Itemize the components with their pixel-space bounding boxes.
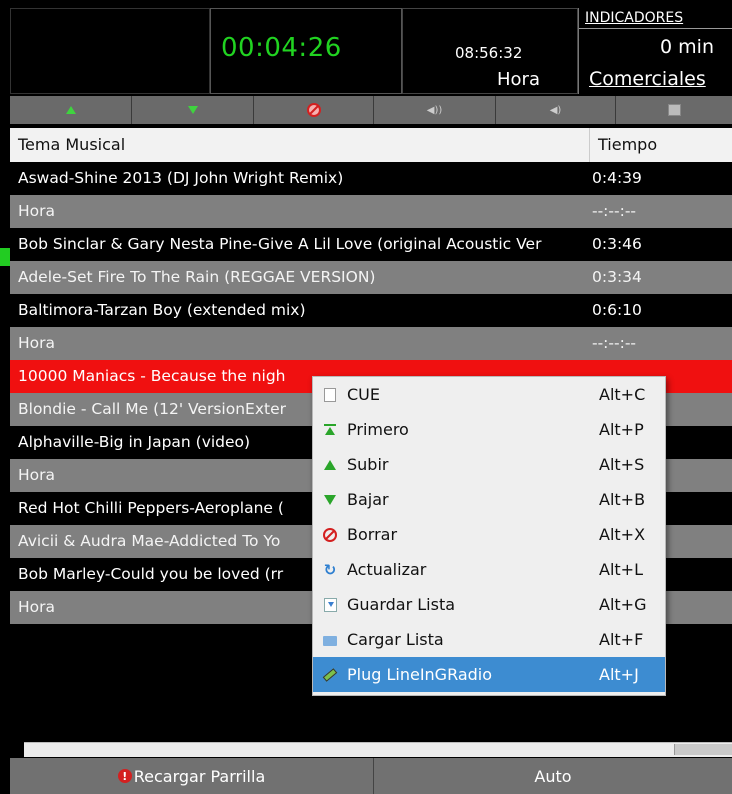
arrow-up-icon xyxy=(65,106,76,114)
volume-button[interactable]: ◀)) xyxy=(374,96,496,124)
row-time: 0:3:34 xyxy=(592,268,642,286)
table-row[interactable]: Baltimora-Tarzan Boy (extended mix) 0:6:1… xyxy=(10,294,732,327)
row-time: --:--:-- xyxy=(592,202,637,220)
delete-icon xyxy=(306,103,321,117)
row-title: Hora xyxy=(18,202,56,220)
status-panel: 00:04:26 08:56:32 Hora INDICADORES 0 min… xyxy=(0,0,732,96)
menu-item-shortcut: Alt+F xyxy=(599,630,644,649)
delete-button[interactable] xyxy=(254,96,374,124)
move-up-button[interactable] xyxy=(10,96,132,124)
left-indicator-strip xyxy=(0,248,10,266)
image-button[interactable] xyxy=(616,96,732,124)
menu-item-label: Guardar Lista xyxy=(347,595,456,614)
row-title: Adele-Set Fire To The Rain (REGGAE VERSI… xyxy=(18,268,376,286)
indicators-cell: INDICADORES 0 min Comerciales xyxy=(578,8,732,94)
menu-item-primero[interactable]: Primero Alt+P xyxy=(313,412,665,447)
save-icon xyxy=(323,598,337,612)
column-header-time[interactable]: Tiempo xyxy=(590,128,732,162)
move-down-button[interactable] xyxy=(132,96,254,124)
menu-item-borrar[interactable]: Borrar Alt+X xyxy=(313,517,665,552)
menu-item-label: Bajar xyxy=(347,490,389,509)
plug-icon xyxy=(322,668,338,682)
menu-item-shortcut: Alt+P xyxy=(599,420,644,439)
bottom-bar: ! Recargar Parrilla Auto xyxy=(10,758,732,794)
reload-schedule-button[interactable]: ! Recargar Parrilla xyxy=(10,758,374,794)
table-row[interactable]: Bob Sinclar & Gary Nesta Pine-Give A Lil… xyxy=(10,228,732,261)
row-time: --:--:-- xyxy=(592,334,637,352)
menu-item-bajar[interactable]: Bajar Alt+B xyxy=(313,482,665,517)
delete-icon xyxy=(323,528,337,542)
horizontal-scrollbar[interactable] xyxy=(24,742,732,757)
menu-item-shortcut: Alt+C xyxy=(599,385,646,404)
menu-item-label: Cargar Lista xyxy=(347,630,444,649)
clock-cell: 08:56:32 Hora xyxy=(402,8,578,94)
menu-item-shortcut: Alt+X xyxy=(599,525,646,544)
arrow-down-icon xyxy=(323,493,337,507)
alert-icon: ! xyxy=(117,769,132,783)
table-row[interactable]: Aswad-Shine 2013 (DJ John Wright Remix) 0… xyxy=(10,162,732,195)
volume-low-button[interactable]: ◀) xyxy=(496,96,616,124)
image-icon xyxy=(667,104,681,116)
auto-button[interactable]: Auto xyxy=(374,758,732,794)
menu-item-cue[interactable]: CUE Alt+C xyxy=(313,377,665,412)
indicators-divider xyxy=(579,28,732,29)
elapsed-timer: 00:04:26 xyxy=(221,33,342,63)
menu-item-guardar-lista[interactable]: Guardar Lista Alt+G xyxy=(313,587,665,622)
row-time: 0:3:46 xyxy=(592,235,642,253)
reload-label: Recargar Parrilla xyxy=(133,766,266,786)
timer-cell: 00:04:26 xyxy=(210,8,402,94)
table-row[interactable]: Hora --:--:-- xyxy=(10,195,732,228)
arrow-up-icon xyxy=(323,458,337,472)
indicator-label: Comerciales xyxy=(589,68,706,90)
table-header: Tema Musical Tiempo xyxy=(10,128,732,162)
menu-item-label: Primero xyxy=(347,420,409,439)
speaker-low-icon: ◀) xyxy=(549,104,562,116)
refresh-icon: ↻ xyxy=(323,561,337,579)
scrollbar-thumb[interactable] xyxy=(674,744,732,755)
menu-item-label: Subir xyxy=(347,455,389,474)
menu-item-label: Borrar xyxy=(347,525,398,544)
context-menu: CUE Alt+C Primero Alt+P Subir Alt+S Bajar Alt+B… xyxy=(312,376,666,696)
toolbar: ◀)) ◀) xyxy=(10,96,732,124)
row-time: 0:6:10 xyxy=(592,301,642,319)
column-header-title[interactable]: Tema Musical xyxy=(10,128,590,162)
indicator-value: 0 min xyxy=(660,36,714,58)
table-row[interactable]: Adele-Set Fire To The Rain (REGGAE VERSI… xyxy=(10,261,732,294)
arrow-down-icon xyxy=(187,106,198,114)
menu-item-shortcut: Alt+G xyxy=(599,595,647,614)
menu-item-shortcut: Alt+S xyxy=(599,455,645,474)
folder-icon xyxy=(323,633,337,647)
row-title: Bob Sinclar & Gary Nesta Pine-Give A Lil… xyxy=(18,235,542,253)
document-icon xyxy=(323,388,337,402)
current-time: 08:56:32 xyxy=(455,44,523,62)
speaker-icon: ◀)) xyxy=(426,104,443,116)
row-title: Baltimora-Tarzan Boy (extended mix) xyxy=(18,301,306,319)
menu-item-shortcut: Alt+J xyxy=(599,665,639,684)
menu-item-shortcut: Alt+L xyxy=(599,560,643,579)
menu-item-label: Actualizar xyxy=(347,560,427,579)
clock-label: Hora xyxy=(497,69,540,90)
menu-item-actualizar[interactable]: ↻ Actualizar Alt+L xyxy=(313,552,665,587)
menu-item-label: Plug LineInGRadio xyxy=(347,665,493,684)
move-top-icon xyxy=(323,423,337,437)
auto-label: Auto xyxy=(534,766,572,786)
row-title: Aswad-Shine 2013 (DJ John Wright Remix) xyxy=(18,169,344,187)
indicators-title: INDICADORES xyxy=(585,10,684,26)
row-title: Hora xyxy=(18,334,56,352)
menu-item-label: CUE xyxy=(347,385,380,404)
menu-item-plug-lineingradio[interactable]: Plug LineInGRadio Alt+J xyxy=(313,657,665,692)
row-time: 0:4:39 xyxy=(592,169,642,187)
menu-item-subir[interactable]: Subir Alt+S xyxy=(313,447,665,482)
status-cell-empty xyxy=(10,8,210,94)
menu-item-cargar-lista[interactable]: Cargar Lista Alt+F xyxy=(313,622,665,657)
menu-item-shortcut: Alt+B xyxy=(599,490,646,509)
table-row[interactable]: Hora --:--:-- xyxy=(10,327,732,360)
